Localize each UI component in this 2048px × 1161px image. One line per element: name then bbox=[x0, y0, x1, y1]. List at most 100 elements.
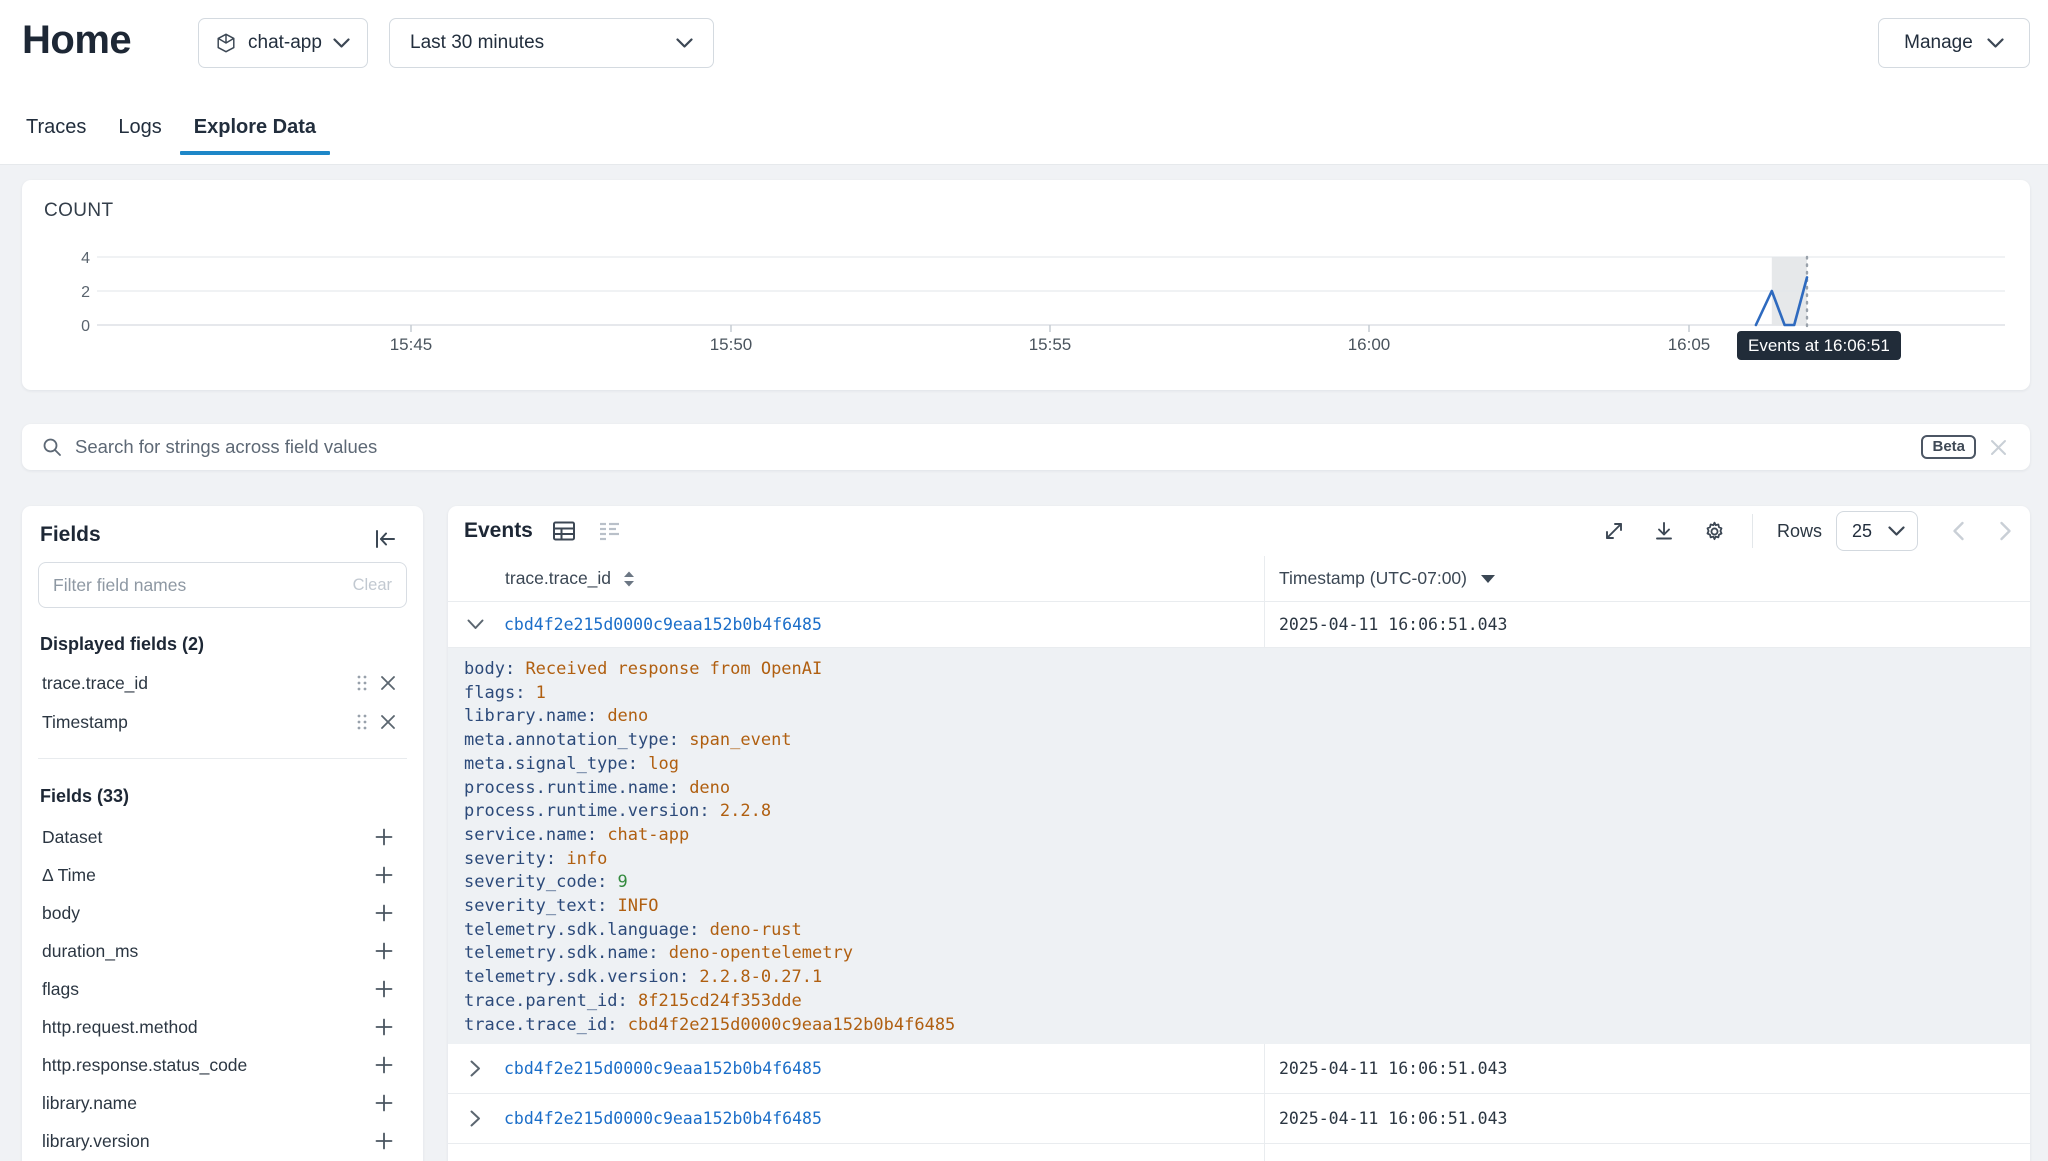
detail-value: 9 bbox=[618, 872, 628, 892]
rows-per-page-select[interactable]: 25 bbox=[1836, 511, 1918, 551]
column-header-trace-id[interactable]: trace.trace_id bbox=[448, 556, 1265, 601]
detail-key: meta.annotation_type bbox=[464, 730, 689, 750]
events-controls: Rows 25 bbox=[1603, 511, 2012, 551]
manage-button[interactable]: Manage bbox=[1878, 18, 2030, 68]
add-field-icon[interactable] bbox=[371, 1014, 397, 1040]
detail-line: severityinfo bbox=[464, 848, 2030, 872]
add-field-icon[interactable] bbox=[371, 1090, 397, 1116]
chevron-down-icon bbox=[676, 38, 693, 48]
x-tick-1605: 16:05 bbox=[1668, 335, 1711, 354]
field-name: Dataset bbox=[42, 827, 371, 848]
dataset-selector[interactable]: chat-app bbox=[198, 18, 368, 68]
tab-logs[interactable]: Logs bbox=[104, 108, 175, 155]
chevron-down-icon bbox=[1987, 38, 2004, 48]
field-list-item[interactable]: Dataset bbox=[22, 818, 423, 856]
remove-field-icon[interactable] bbox=[375, 709, 401, 735]
top-header: Home chat-app Last 30 minutes Manage Tra… bbox=[0, 0, 2048, 165]
field-filter-clear-button[interactable]: Clear bbox=[353, 576, 392, 595]
timestamp-cell: 2025-04-11 16:06:51.043 bbox=[1279, 1059, 1507, 1078]
detail-key: telemetry.sdk.language bbox=[464, 920, 710, 940]
tab-traces[interactable]: Traces bbox=[12, 108, 100, 155]
next-page-icon[interactable] bbox=[1999, 521, 2012, 541]
field-list-item[interactable]: Δ Time bbox=[22, 856, 423, 894]
column-menu-caret-icon[interactable] bbox=[1481, 575, 1495, 583]
detail-line: telemetry.sdk.languagedeno-rust bbox=[464, 919, 2030, 943]
detail-key: telemetry.sdk.version bbox=[464, 967, 699, 987]
table-view-icon[interactable] bbox=[552, 520, 576, 542]
field-list-item[interactable]: flags bbox=[22, 970, 423, 1008]
detail-value: INFO bbox=[618, 896, 659, 916]
add-field-icon[interactable] bbox=[371, 938, 397, 964]
chart-tooltip: Events at 16:06:51 bbox=[1737, 331, 1901, 360]
collapse-row-icon[interactable] bbox=[462, 612, 488, 638]
detail-key: telemetry.sdk.name bbox=[464, 943, 669, 963]
trace-id-link[interactable]: cbd4f2e215d0000c9eaa152b0b4f6485 bbox=[504, 1059, 822, 1078]
detail-key: severity_text bbox=[464, 896, 618, 916]
settings-gear-icon[interactable] bbox=[1703, 520, 1726, 543]
timestamp-cell: 2025-04-11 16:06:51.043 bbox=[1279, 1109, 1507, 1128]
detail-value: chat-app bbox=[607, 825, 689, 845]
download-icon[interactable] bbox=[1653, 520, 1675, 542]
detail-key: trace.parent_id bbox=[464, 991, 638, 1011]
prev-page-icon[interactable] bbox=[1952, 521, 1965, 541]
event-row[interactable]: cbd4f2e215d0000c9eaa152b0b4f6485 2025-04… bbox=[448, 602, 2030, 648]
field-list-item[interactable]: library.version bbox=[22, 1122, 423, 1160]
detail-value: log bbox=[648, 754, 679, 774]
detail-line: library.namedeno bbox=[464, 705, 2030, 729]
expand-row-icon[interactable] bbox=[462, 1056, 488, 1082]
trace-id-link[interactable]: cbd4f2e215d0000c9eaa152b0b4f6485 bbox=[504, 1109, 822, 1128]
field-name: Δ Time bbox=[42, 865, 371, 886]
x-tick-1555: 15:55 bbox=[1029, 335, 1072, 354]
count-chart-plot[interactable]: 4 2 0 15:45 15:50 15:55 16:00 16:05 bbox=[22, 180, 2030, 390]
event-row[interactable] bbox=[448, 1144, 2030, 1161]
detail-line: process.runtime.namedeno bbox=[464, 777, 2030, 801]
field-list-item[interactable]: http.request.method bbox=[22, 1008, 423, 1046]
drag-handle-icon[interactable] bbox=[349, 670, 375, 696]
field-list-item[interactable]: library.name bbox=[22, 1084, 423, 1122]
drag-handle-icon[interactable] bbox=[349, 709, 375, 735]
detail-value: 8f215cd24f353dde bbox=[638, 991, 802, 1011]
trace-id-link[interactable]: cbd4f2e215d0000c9eaa152b0b4f6485 bbox=[504, 615, 822, 634]
event-row[interactable]: cbd4f2e215d0000c9eaa152b0b4f6485 2025-04… bbox=[448, 1094, 2030, 1144]
page-title: Home bbox=[22, 18, 131, 63]
y-tick-4: 4 bbox=[81, 250, 90, 267]
add-field-icon[interactable] bbox=[371, 862, 397, 888]
tab-explore-data[interactable]: Explore Data bbox=[180, 108, 330, 155]
add-field-icon[interactable] bbox=[371, 900, 397, 926]
add-field-icon[interactable] bbox=[371, 976, 397, 1002]
remove-field-icon[interactable] bbox=[375, 670, 401, 696]
detail-value: span_event bbox=[689, 730, 791, 750]
search-input[interactable] bbox=[75, 436, 1908, 458]
rows-per-page-value: 25 bbox=[1852, 521, 1888, 542]
field-name: library.version bbox=[42, 1131, 371, 1152]
add-field-icon[interactable] bbox=[371, 1052, 397, 1078]
x-axis-ticks bbox=[411, 325, 1689, 332]
displayed-fields-header: Displayed fields (2) bbox=[40, 634, 204, 655]
expand-panel-icon[interactable] bbox=[1603, 520, 1625, 542]
list-view-icon[interactable] bbox=[598, 520, 622, 542]
time-range-selector[interactable]: Last 30 minutes bbox=[389, 18, 714, 68]
field-list-item[interactable]: body bbox=[22, 894, 423, 932]
sort-icon[interactable] bbox=[623, 571, 635, 587]
detail-value: 2.2.8-0.27.1 bbox=[699, 967, 822, 987]
collapse-panel-icon[interactable] bbox=[373, 528, 397, 550]
detail-value: Received response from OpenAI bbox=[525, 659, 822, 679]
field-name: library.name bbox=[42, 1093, 371, 1114]
add-field-icon[interactable] bbox=[371, 824, 397, 850]
beta-badge: Beta bbox=[1921, 435, 1976, 459]
field-list-item[interactable]: duration_ms bbox=[22, 932, 423, 970]
rows-label: Rows bbox=[1777, 521, 1822, 542]
count-chart-card: COUNT 4 2 0 15:45 15:50 15:55 16:00 16:0… bbox=[22, 180, 2030, 390]
clear-search-icon[interactable] bbox=[1989, 438, 2008, 457]
column-header-timestamp[interactable]: Timestamp (UTC-07:00) bbox=[1265, 556, 2030, 601]
field-filter-input[interactable] bbox=[53, 575, 353, 596]
field-list-item[interactable]: http.response.status_code bbox=[22, 1046, 423, 1084]
expand-row-icon[interactable] bbox=[462, 1106, 488, 1132]
detail-key: body bbox=[464, 659, 525, 679]
field-name: duration_ms bbox=[42, 941, 371, 962]
field-name: http.request.method bbox=[42, 1017, 371, 1038]
column-header-label: Timestamp (UTC-07:00) bbox=[1279, 568, 1467, 589]
add-field-icon[interactable] bbox=[371, 1128, 397, 1154]
event-row[interactable]: cbd4f2e215d0000c9eaa152b0b4f6485 2025-04… bbox=[448, 1044, 2030, 1094]
detail-key: service.name bbox=[464, 825, 607, 845]
